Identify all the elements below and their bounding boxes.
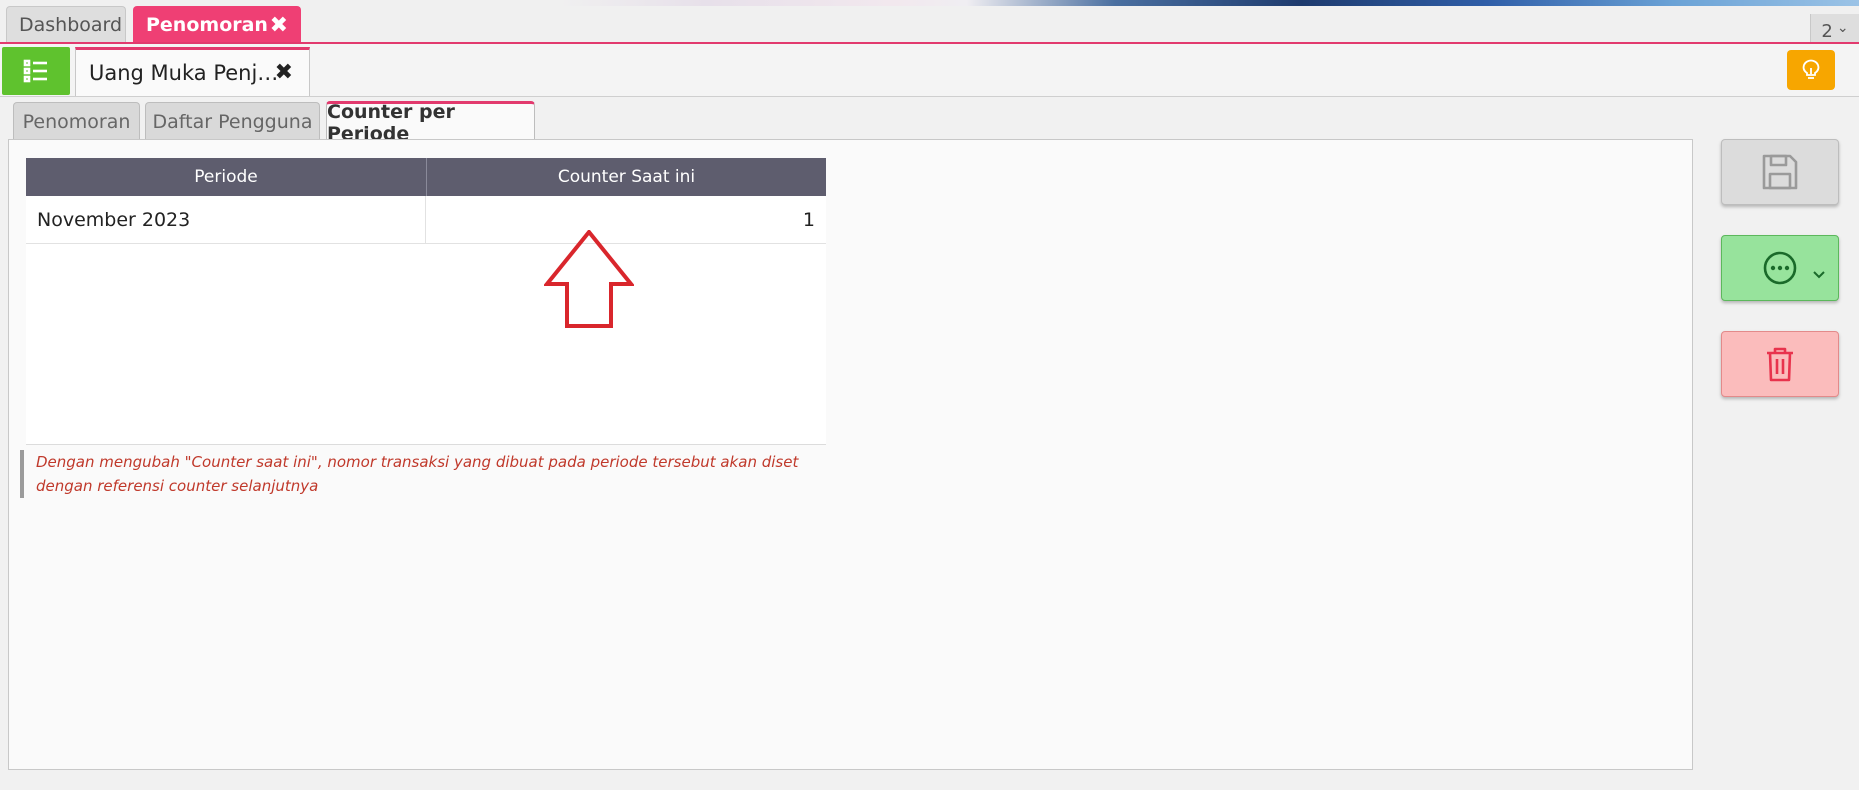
- column-header-counter[interactable]: Counter Saat ini: [427, 158, 826, 196]
- arrow-up-annotation: [544, 230, 634, 328]
- tab-penomoran-label: Penomoran: [146, 13, 268, 36]
- table-row[interactable]: November 2023 1: [26, 196, 826, 244]
- chevron-down-icon: ⌄: [1836, 20, 1849, 36]
- list-icon: [23, 59, 47, 83]
- tab-dashboard-label: Dashboard: [19, 13, 123, 36]
- tab-counter-per-periode[interactable]: Counter per Periode: [326, 101, 535, 145]
- tab-penomoran[interactable]: Penomoran ✖: [133, 6, 301, 42]
- grid-header: Periode Counter Saat ini: [26, 158, 826, 196]
- cell-periode: November 2023: [26, 196, 426, 243]
- document-tab-title: Uang Muka Penj…: [89, 61, 279, 85]
- list-button[interactable]: [2, 47, 70, 95]
- info-note: Dengan mengubah "Counter saat ini", nomo…: [20, 450, 826, 498]
- top-tab-bar: Dashboard Penomoran ✖ 2 ⌄: [0, 6, 1859, 48]
- more-icon: [1763, 251, 1797, 285]
- more-actions-button[interactable]: [1721, 235, 1839, 301]
- tab-daftar-pengguna[interactable]: Daftar Pengguna: [145, 102, 320, 140]
- delete-button[interactable]: [1721, 331, 1839, 397]
- trash-icon: [1767, 347, 1793, 382]
- column-header-periode[interactable]: Periode: [26, 158, 427, 196]
- hint-button[interactable]: [1787, 50, 1835, 90]
- tab-label: Counter per Periode: [327, 100, 455, 145]
- save-button[interactable]: [1721, 139, 1839, 205]
- tab-count-value: 2: [1821, 20, 1833, 42]
- document-bar: Uang Muka Penj… ✖: [0, 44, 1859, 97]
- tab-penomoran-settings[interactable]: Penomoran: [13, 102, 140, 140]
- counter-grid: Periode Counter Saat ini November 2023 1: [26, 158, 826, 445]
- close-icon[interactable]: ✖: [275, 60, 293, 85]
- close-icon[interactable]: ✖: [270, 13, 288, 38]
- save-icon: [1762, 154, 1798, 190]
- chevron-down-icon: [1813, 271, 1825, 279]
- tab-label: Daftar Pengguna: [152, 110, 313, 133]
- tab-label: Penomoran: [22, 110, 131, 133]
- tab-dashboard[interactable]: Dashboard: [6, 6, 126, 42]
- lightbulb-icon: [1802, 59, 1820, 79]
- document-tab[interactable]: Uang Muka Penj… ✖: [75, 47, 310, 96]
